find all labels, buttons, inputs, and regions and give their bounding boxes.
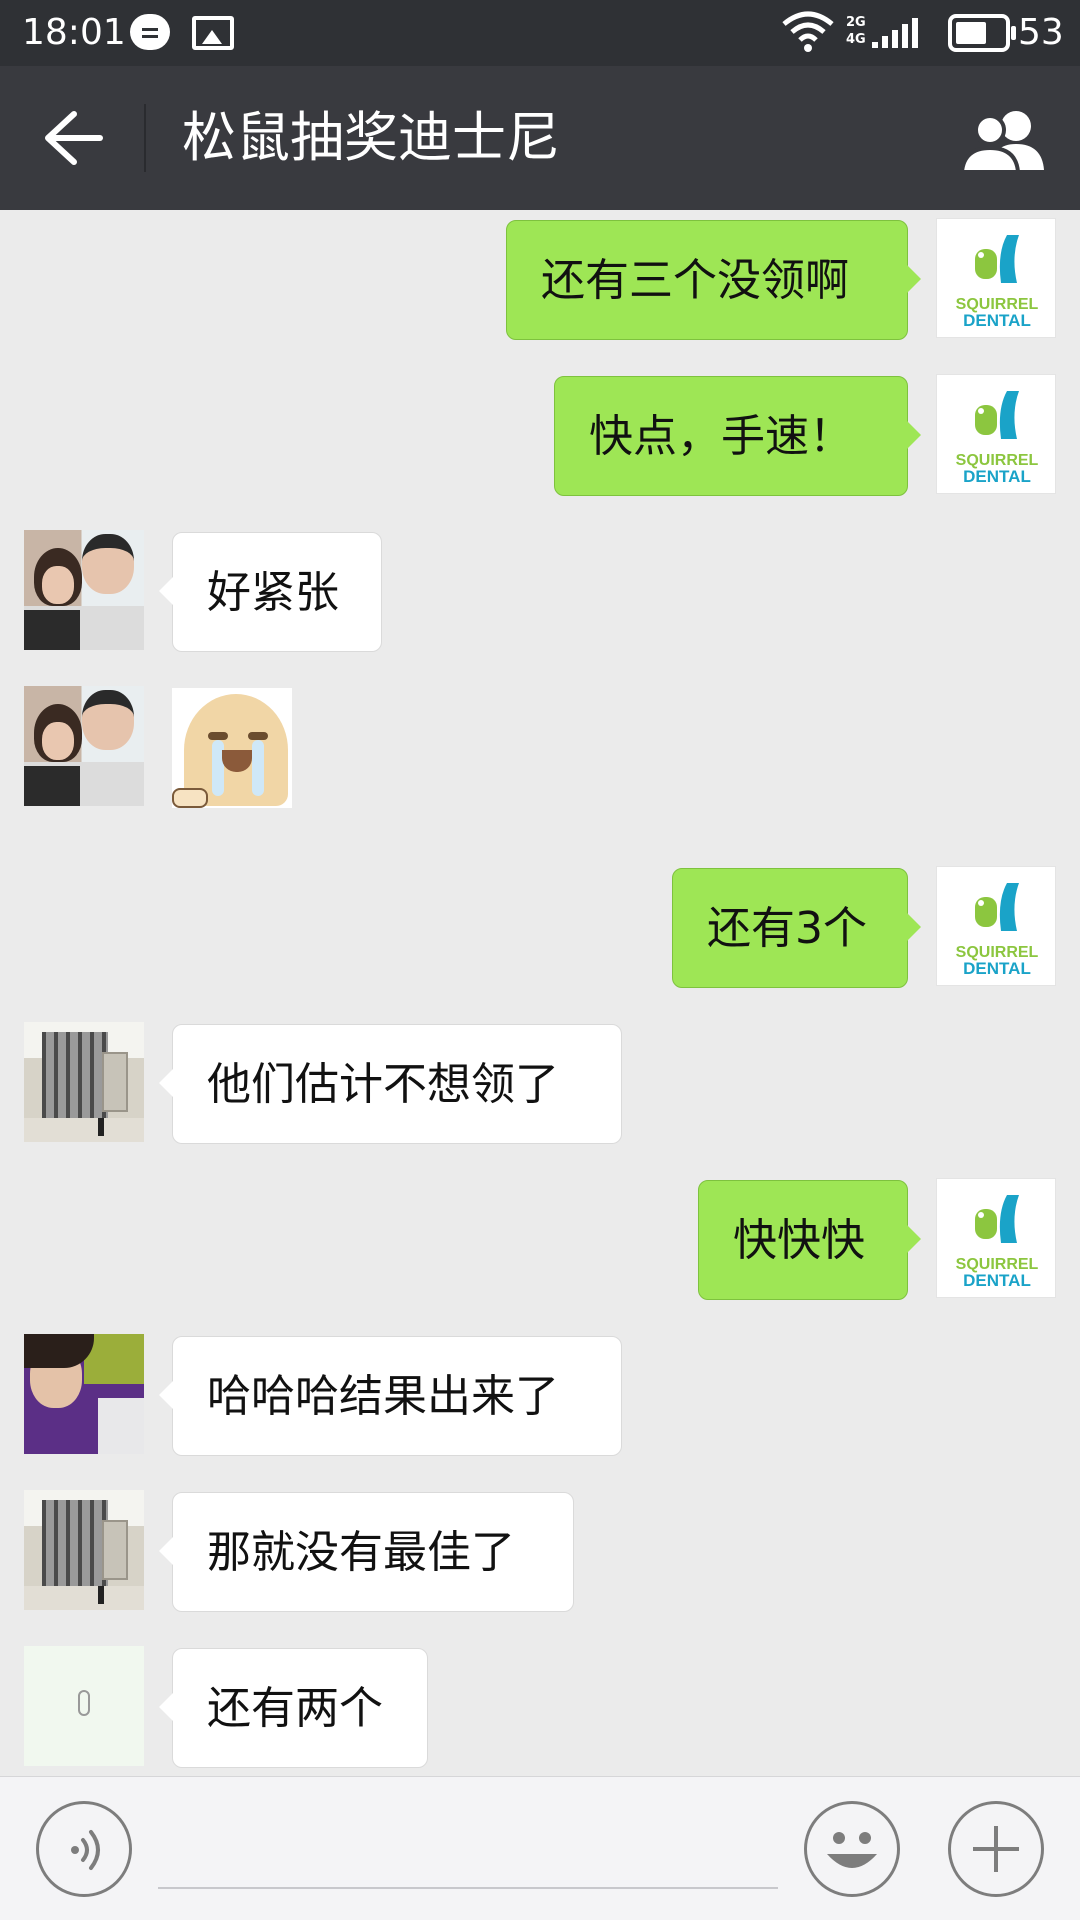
contact-avatar[interactable] — [24, 686, 144, 806]
my-avatar[interactable]: SQUIRREL DENTAL — [936, 1178, 1056, 1298]
my-avatar[interactable]: SQUIRREL DENTAL — [936, 218, 1056, 338]
back-arrow-icon[interactable] — [38, 106, 108, 170]
group-members-icon[interactable] — [960, 106, 1046, 176]
header-divider — [144, 104, 146, 172]
contact-avatar[interactable] — [24, 1490, 144, 1610]
photo-notification-icon — [192, 16, 234, 50]
squirrel-dental-logo-icon — [975, 391, 1019, 439]
battery-icon — [948, 14, 1016, 52]
chat-header: 松鼠抽奖迪士尼 — [0, 66, 1080, 210]
squirrel-dental-logo-icon — [975, 883, 1019, 931]
contact-avatar[interactable] — [24, 1334, 144, 1454]
message-input[interactable] — [158, 1817, 778, 1889]
plus-icon[interactable] — [948, 1801, 1044, 1897]
network-type: 2G 4G — [846, 15, 866, 47]
my-message-bubble[interactable]: 还有三个没领啊 — [506, 220, 921, 340]
contact-avatar[interactable] — [24, 1022, 144, 1142]
crying-face-sticker[interactable] — [172, 688, 292, 808]
contact-avatar[interactable] — [24, 1646, 144, 1766]
contact-avatar[interactable] — [24, 530, 144, 650]
my-message-bubble[interactable]: 还有3个 — [672, 868, 921, 988]
voice-input-icon — [71, 1830, 100, 1870]
page-title: 松鼠抽奖迪士尼 — [182, 106, 560, 169]
contact-message-bubble[interactable]: 哈哈哈结果出来了 — [159, 1336, 622, 1456]
emoji-icon — [827, 1832, 877, 1868]
status-bar: 18:01 2G 4G 53 — [0, 0, 1080, 66]
my-message-bubble[interactable]: 快快快 — [698, 1180, 921, 1300]
contact-message-bubble[interactable]: 好紧张 — [159, 532, 382, 652]
contact-message-bubble[interactable]: 他们估计不想领了 — [159, 1024, 622, 1144]
contact-message-bubble[interactable]: 还有两个 — [159, 1648, 428, 1768]
signal-icon — [872, 18, 918, 48]
my-avatar[interactable]: SQUIRREL DENTAL — [936, 866, 1056, 986]
voice-input-button[interactable] — [36, 1801, 132, 1897]
squirrel-dental-logo-icon — [975, 235, 1019, 283]
chat-message-list[interactable]: 还有三个没领啊 SQUIRREL DENTAL 快点，手速！ SQUIRREL … — [0, 210, 1080, 1776]
my-message-bubble[interactable]: 快点，手速！ — [554, 376, 921, 496]
input-bar — [0, 1776, 1080, 1920]
my-avatar[interactable]: SQUIRREL DENTAL — [936, 374, 1056, 494]
contact-message-bubble[interactable]: 那就没有最佳了 — [159, 1492, 574, 1612]
battery-percent: 53 — [1018, 12, 1064, 53]
wifi-icon — [782, 11, 834, 52]
chat-notification-icon — [130, 14, 170, 50]
emoji-button[interactable] — [804, 1801, 900, 1897]
squirrel-dental-logo-icon — [975, 1195, 1019, 1243]
status-time: 18:01 — [22, 12, 126, 53]
